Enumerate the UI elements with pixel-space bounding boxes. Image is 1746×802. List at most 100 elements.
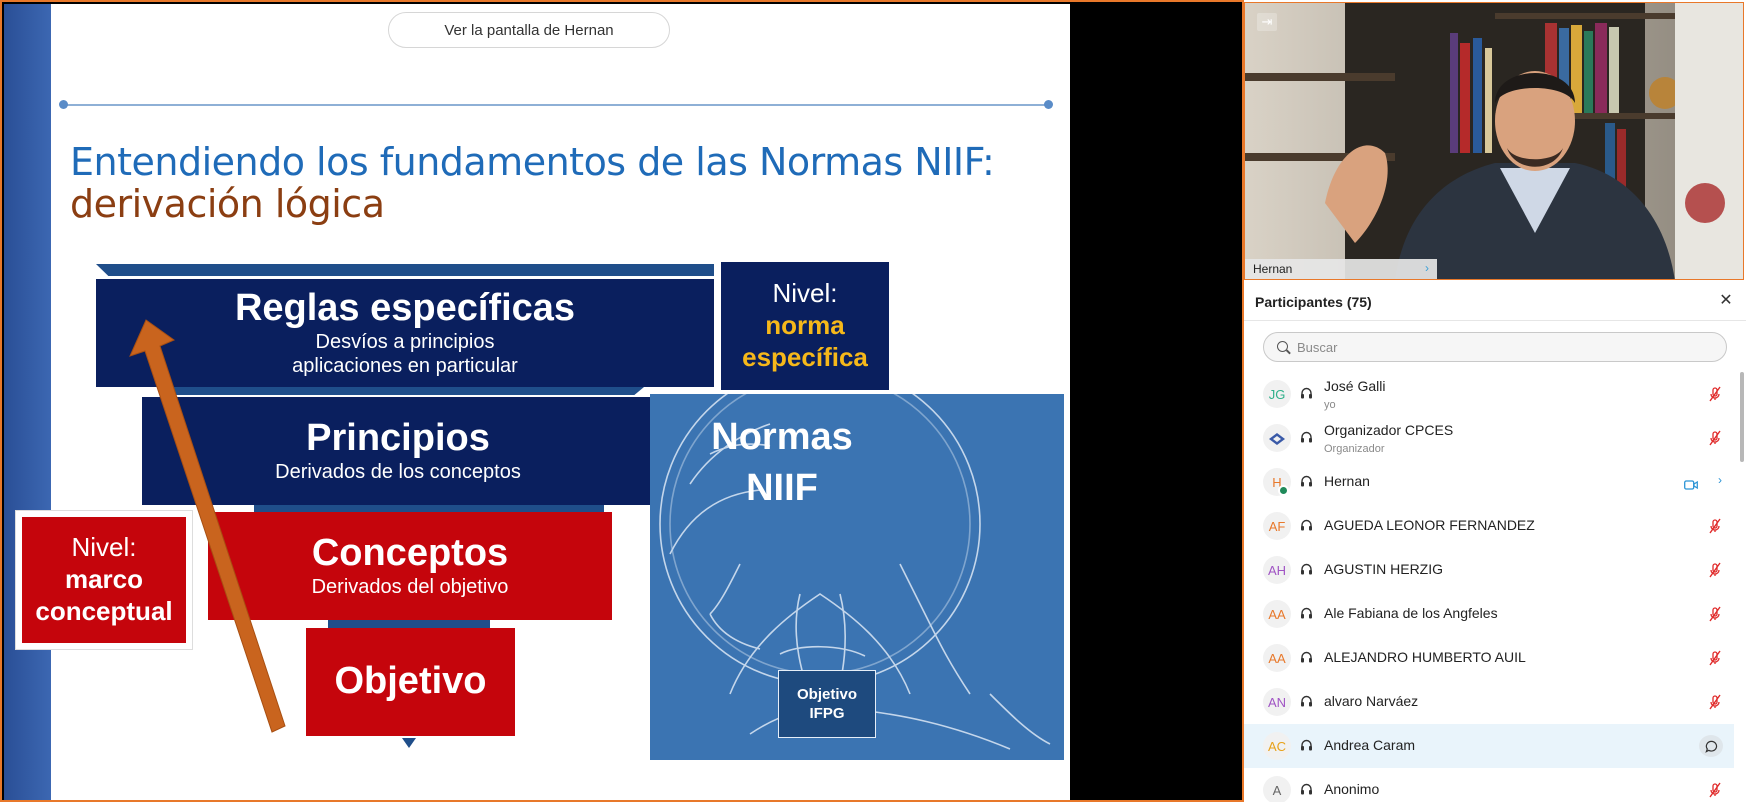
close-icon[interactable]: ✕ [1716,291,1736,311]
principios-bevel [164,387,644,395]
principios-title: Principios [306,417,490,460]
participant-row[interactable]: AF AGUEDA LEONOR FERNANDEZ [1244,504,1734,548]
collapse-right-icon[interactable]: ⇥ [1257,13,1277,31]
webex-meeting-window: Entendiendo los fundamentos de las Norma… [0,0,1746,802]
nivel-norma-line1: Nivel: [772,278,838,309]
reglas-bevel [96,264,714,276]
avatar: AH [1263,556,1291,584]
participants-header: Participantes (75) ✕ [1244,283,1746,321]
participant-row[interactable]: Organizador CPCES Organizador [1244,416,1734,460]
avatar: A [1263,776,1291,802]
objetivo-down-marker [402,738,416,748]
video-frame-image [1245,3,1743,279]
search-box[interactable] [1263,332,1727,362]
participant-row[interactable]: H Hernan › [1244,460,1734,504]
muted-mic-icon[interactable] [1709,694,1721,710]
participant-row[interactable]: A Anonimo [1244,768,1734,802]
muted-mic-icon[interactable] [1709,606,1721,622]
search-input[interactable] [1297,337,1697,357]
objetivo-title: Objetivo [334,660,487,703]
speaker-name: Hernan [1253,262,1293,276]
presentation-slide: Entendiendo los fundamentos de las Norma… [4,4,1070,800]
avatar: JG [1263,380,1291,408]
principios-block: Principios Derivados de los conceptos [142,397,654,505]
right-panel: ⇥ Hernan › Participantes (75) ✕ JG José G… [1244,0,1746,802]
headset-icon [1300,475,1313,488]
conceptos-sub: Derivados del objetivo [311,575,509,598]
nivel-marco-line3: conceptual [35,595,173,626]
headset-icon [1300,519,1313,532]
niif-line1: Normas [711,416,853,458]
participant-name: ALEJANDRO HUMBERTO AUIL [1324,649,1526,665]
obj-ifpg-line2: IFPG [809,705,845,722]
divider-dot-left [59,100,68,109]
muted-mic-icon[interactable] [1709,518,1721,534]
participant-name: Hernan [1324,473,1370,489]
headset-icon [1300,563,1313,576]
participant-name: alvaro Narváez [1324,693,1419,709]
camera-icon [1684,477,1698,490]
conceptos-bevel [254,505,604,512]
nivel-marco-line1: Nivel: [71,532,137,563]
participant-name: Andrea Caram [1324,737,1416,753]
chat-icon[interactable] [1699,735,1723,757]
niif-line2: NIIF [746,467,818,510]
muted-mic-icon[interactable] [1709,562,1721,578]
headset-icon [1300,607,1313,620]
nivel-marco-block: Nivel: marco conceptual [15,510,193,650]
participant-row[interactable]: AN alvaro Narváez [1244,680,1734,724]
principios-sub: Derivados de los conceptos [275,460,521,483]
avatar [1263,424,1291,452]
participant-name: Organizador CPCES [1324,422,1454,438]
avatar: AF [1263,512,1291,540]
participants-title: Participantes (75) [1255,294,1372,310]
headset-icon [1300,739,1313,752]
participants-list: JG José Galli yo Organizador CPCES Organizad… [1244,372,1746,802]
conceptos-title: Conceptos [311,532,509,575]
participants-scrollbar[interactable] [1740,372,1744,462]
objetivo-ifpg-label: Objetivo IFPG [778,670,876,738]
headset-icon [1300,431,1313,444]
headset-icon [1300,695,1313,708]
divider-dot-right [1044,100,1053,109]
reglas-sub2: aplicaciones en particular [292,354,518,377]
participant-row[interactable]: AA Ale Fabiana de los Angfeles [1244,592,1734,636]
nivel-norma-block: Nivel: norma específica [721,262,889,390]
participant-row[interactable]: JG José Galli yo [1244,372,1734,416]
objetivo-bevel [328,620,490,628]
reglas-sub1: Desvíos a principios [315,330,495,353]
participant-role: yo [1324,399,1336,411]
obj-ifpg-line1: Objetivo [796,685,857,703]
slide-left-band [4,4,51,800]
muted-mic-icon[interactable] [1709,386,1721,402]
participant-name: AGUEDA LEONOR FERNANDEZ [1324,517,1535,533]
video-name-tag: Hernan › [1245,259,1437,279]
participant-row[interactable]: AH AGUSTIN HERZIG [1244,548,1734,592]
shared-screen: Entendiendo los fundamentos de las Norma… [0,0,1244,802]
search-icon [1277,341,1288,352]
participant-row[interactable]: AA ALEJANDRO HUMBERTO AUIL [1244,636,1734,680]
normas-niif-title: Normas NIIF [650,412,914,515]
participant-row[interactable]: AC Andrea Caram [1244,724,1734,768]
audio-signal-icon: › [1718,473,1722,487]
muted-mic-icon[interactable] [1709,782,1721,798]
view-screen-pill[interactable]: Ver la pantalla de Hernan [388,12,670,48]
participant-name: Ale Fabiana de los Angfeles [1324,605,1498,621]
participant-role: Organizador [1324,443,1385,455]
headset-icon [1300,387,1313,400]
reglas-title: Reglas específicas [234,287,576,330]
nivel-norma-line2: norma [765,310,845,341]
muted-mic-icon[interactable] [1709,650,1721,666]
participant-name: José Galli [1324,378,1386,394]
nivel-norma-line3: específica [742,341,868,372]
muted-mic-icon[interactable] [1709,430,1721,446]
slide-title-line2: derivación lógica [70,182,385,226]
avatar: AN [1263,688,1291,716]
signal-icon: › [1425,261,1429,275]
avatar: AA [1263,644,1291,672]
conceptos-block: Conceptos Derivados del objetivo [208,512,612,620]
avatar: AA [1263,600,1291,628]
speaker-video: ⇥ Hernan › [1244,2,1744,280]
reglas-especificas-block: Reglas específicas Desvíos a principios … [96,279,714,387]
avatar: AC [1263,732,1291,760]
